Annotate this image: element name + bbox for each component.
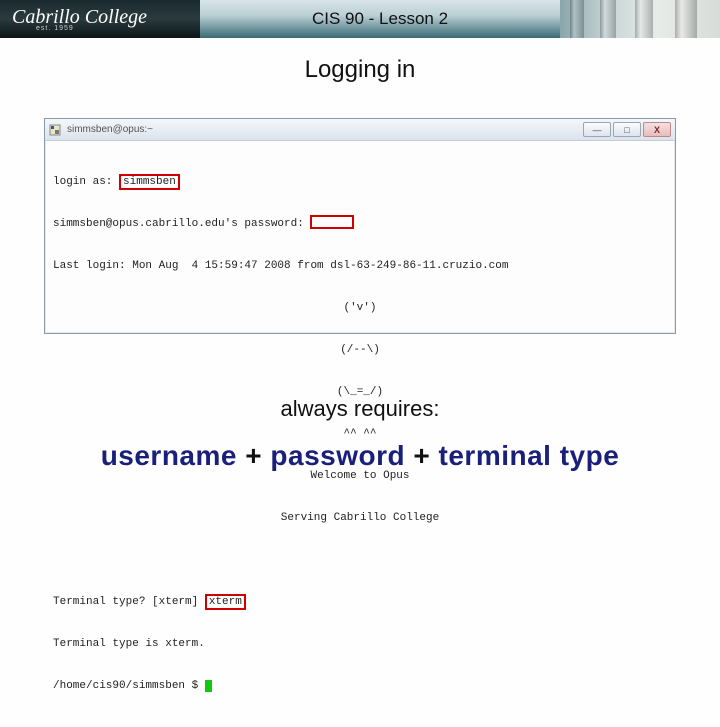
header-banner: Cabrillo College est. 1959 CIS 90 - Less… (0, 0, 720, 38)
slide-heading: Logging in (0, 56, 720, 84)
banner-photo (560, 0, 720, 38)
username-highlight: simmsben (119, 174, 180, 190)
college-logo-block: Cabrillo College est. 1959 (0, 0, 200, 38)
last-login-line: Last login: Mon Aug 4 15:59:47 2008 from… (53, 259, 667, 273)
password-highlight (310, 215, 354, 229)
pillar-decoration (635, 0, 653, 38)
terminal-type-prompt-line: Terminal type? [xterm] xterm (53, 595, 667, 609)
terminal-type-highlight: xterm (205, 594, 246, 610)
maximize-button[interactable]: □ (613, 122, 641, 137)
blank-line (53, 553, 667, 567)
college-est-text: est. 1959 (12, 25, 200, 32)
word-username: username (101, 440, 237, 471)
ascii-art-line: ^^ ^^ (53, 427, 667, 441)
college-logo-text: Cabrillo College (12, 7, 200, 27)
shell-prompt: /home/cis90/simmsben $ (53, 680, 205, 692)
window-title-text: simmsben@opus:~ (67, 124, 153, 135)
terminal-window: simmsben@opus:~ — □ X login as: simmsben… (44, 118, 676, 334)
plus-separator: + (237, 440, 270, 471)
login-line: login as: simmsben (53, 175, 667, 189)
login-prompt: login as: (53, 176, 119, 188)
terminal-body[interactable]: login as: simmsben simmsben@opus.cabrill… (45, 141, 675, 727)
pillar-decoration (600, 0, 616, 38)
pillar-decoration (570, 0, 584, 38)
password-line: simmsben@opus.cabrillo.edu's password: (53, 217, 667, 231)
requires-caption: always requires: (0, 396, 720, 422)
word-terminal-type: terminal type (439, 440, 620, 471)
tt-prompt: Terminal type? [xterm] (53, 596, 205, 608)
shell-prompt-line: /home/cis90/simmsben $ (53, 679, 667, 693)
terminal-type-confirm-line: Terminal type is xterm. (53, 637, 667, 651)
word-password: password (270, 440, 405, 471)
minimize-button[interactable]: — (583, 122, 611, 137)
plus-separator: + (405, 440, 438, 471)
welcome-line: Serving Cabrillo College (53, 511, 667, 525)
window-titlebar: simmsben@opus:~ — □ X (45, 119, 675, 141)
ascii-art-line: (/--\) (53, 343, 667, 357)
close-button[interactable]: X (643, 122, 671, 137)
course-title: CIS 90 - Lesson 2 (200, 0, 560, 38)
password-prompt: simmsben@opus.cabrillo.edu's password: (53, 218, 310, 230)
putty-icon (49, 124, 61, 136)
pillar-decoration (675, 0, 697, 38)
ascii-art-line: ('v') (53, 301, 667, 315)
summary-line: username + password + terminal type (0, 440, 720, 472)
cursor-icon (205, 680, 212, 692)
